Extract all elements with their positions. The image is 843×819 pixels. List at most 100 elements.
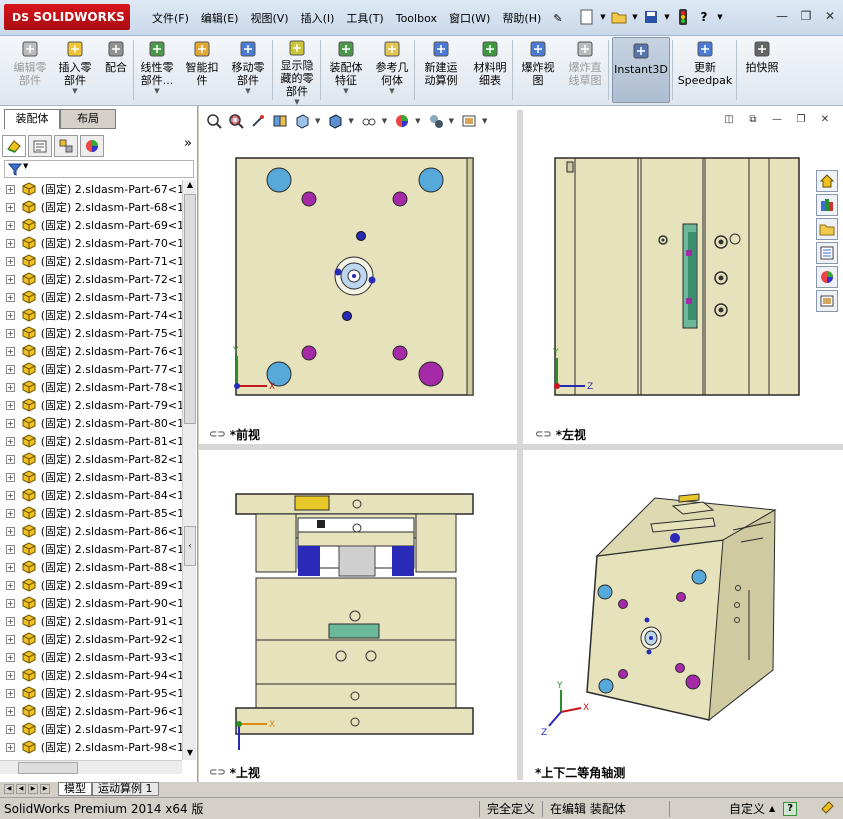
- menu-item[interactable]: 工具(T): [340, 9, 389, 29]
- top-view-pane[interactable]: X ⊂⊃ *上视: [199, 450, 517, 782]
- design-library-icon[interactable]: [816, 194, 838, 216]
- new-document-icon[interactable]: [578, 7, 596, 27]
- toolbar-button-smart-fastener[interactable]: 智能扣 件: [180, 38, 224, 102]
- tree-item[interactable]: + (固定) 2.sldasm-Part-73<1>: [0, 288, 182, 306]
- toolbar-button-reference-geometry[interactable]: 参考几 何体 ▼: [370, 38, 414, 102]
- toolbar-button-linear-pattern[interactable]: 线性零 部件... ▼: [134, 38, 180, 102]
- toolbar-button-show-hidden[interactable]: 显示隐 藏的零 部件 ▼: [276, 38, 318, 106]
- toolbar-button-bom[interactable]: 材料明 细表: [468, 38, 512, 102]
- feature-manager-tab[interactable]: [2, 135, 26, 157]
- more-tabs-icon[interactable]: »: [184, 136, 192, 151]
- toolbar-button-mate[interactable]: 配合: [100, 38, 132, 102]
- expand-icon[interactable]: +: [6, 382, 15, 392]
- tree-item[interactable]: + (固定) 2.sldasm-Part-98<1>: [0, 738, 182, 756]
- link-chain-icon[interactable]: ⊂⊃: [535, 429, 552, 440]
- scroll-down-icon[interactable]: ▼: [183, 748, 197, 760]
- tree-item[interactable]: + (固定) 2.sldasm-Part-75<1>: [0, 324, 182, 342]
- dropdown-arrow-icon[interactable]: ▼: [449, 117, 454, 125]
- expand-icon[interactable]: +: [6, 724, 15, 734]
- toolbar-button-instant3d[interactable]: Instant3D: [612, 37, 670, 103]
- tree-item[interactable]: + (固定) 2.sldasm-Part-79<1>: [0, 396, 182, 414]
- help-question-icon[interactable]: ?: [695, 7, 713, 27]
- tree-item[interactable]: + (固定) 2.sldasm-Part-70<1>: [0, 234, 182, 252]
- tree-item[interactable]: + (固定) 2.sldasm-Part-86<1>: [0, 522, 182, 540]
- tree-item[interactable]: + (固定) 2.sldasm-Part-72<1>: [0, 270, 182, 288]
- dropdown-arrow-icon[interactable]: ▼: [382, 117, 387, 125]
- minimize-icon[interactable]: —: [769, 114, 785, 128]
- tab-motion-study[interactable]: 运动算例 1: [92, 782, 159, 796]
- scrollbar-thumb[interactable]: [184, 194, 196, 424]
- tree-item[interactable]: + (固定) 2.sldasm-Part-93<1>: [0, 648, 182, 666]
- expand-icon[interactable]: +: [6, 436, 15, 446]
- save-icon[interactable]: [642, 7, 660, 27]
- dropdown-arrow-icon[interactable]: ▼: [599, 7, 607, 27]
- scrollbar-thumb[interactable]: [18, 762, 78, 774]
- expand-icon[interactable]: +: [6, 328, 15, 338]
- close-icon[interactable]: ✕: [821, 7, 839, 25]
- section-view-icon[interactable]: [271, 112, 289, 130]
- menu-item[interactable]: 编辑(E): [195, 9, 245, 29]
- previous-view-icon[interactable]: [249, 112, 267, 130]
- graphics-area[interactable]: ▼ ▼ ▼ ▼ ▼ ▼ ◫ ⧉ — ❐ ✕ Y X ⊂⊃ *前视 Y Z ⊂⊃ …: [199, 106, 843, 782]
- restore-icon[interactable]: ❐: [797, 7, 815, 25]
- expand-icon[interactable]: +: [6, 400, 15, 410]
- tree-filter[interactable]: ▼: [4, 160, 194, 178]
- display-style-icon[interactable]: [326, 112, 344, 130]
- tree-item[interactable]: + (固定) 2.sldasm-Part-84<1>: [0, 486, 182, 504]
- dropdown-arrow-icon[interactable]: ▼: [72, 87, 77, 95]
- expand-icon[interactable]: +: [6, 652, 15, 662]
- expand-icon[interactable]: +: [6, 274, 15, 284]
- tree-item[interactable]: + (固定) 2.sldasm-Part-85<1>: [0, 504, 182, 522]
- menu-item[interactable]: 窗口(W): [443, 9, 496, 29]
- toolbar-button-edit-component[interactable]: 编辑零 部件: [6, 38, 54, 102]
- toolbar-button-explode-line[interactable]: 爆炸直 线草图: [562, 38, 608, 102]
- menu-item[interactable]: 插入(I): [295, 9, 341, 29]
- tree-item[interactable]: + (固定) 2.sldasm-Part-81<1>: [0, 432, 182, 450]
- tile-icon[interactable]: ◫: [721, 114, 737, 128]
- expand-icon[interactable]: +: [6, 184, 15, 194]
- menu-item[interactable]: 文件(F): [146, 9, 195, 29]
- display-manager-tab[interactable]: [80, 135, 104, 157]
- hide-show-items-icon[interactable]: [360, 112, 378, 130]
- panel-collapse-handle[interactable]: ‹: [184, 526, 196, 566]
- filter-icon[interactable]: [7, 162, 23, 179]
- tree-item[interactable]: + (固定) 2.sldasm-Part-69<1>: [0, 216, 182, 234]
- tree-item[interactable]: + (固定) 2.sldasm-Part-78<1>: [0, 378, 182, 396]
- expand-icon[interactable]: +: [6, 418, 15, 428]
- first-tab-icon[interactable]: ◀: [4, 784, 14, 794]
- expand-icon[interactable]: +: [6, 238, 15, 248]
- dropdown-arrow-icon[interactable]: ▼: [663, 7, 671, 27]
- expand-icon[interactable]: +: [6, 364, 15, 374]
- scroll-up-icon[interactable]: ▲: [183, 180, 197, 192]
- apply-scene-icon[interactable]: [427, 112, 445, 130]
- home-icon[interactable]: [816, 170, 838, 192]
- rebuild-traffic-light-icon[interactable]: [674, 7, 692, 27]
- expand-icon[interactable]: +: [6, 634, 15, 644]
- tab-assembly[interactable]: 装配体: [4, 109, 60, 129]
- expand-icon[interactable]: +: [6, 742, 15, 752]
- zoom-to-area-icon[interactable]: [227, 112, 245, 130]
- property-manager-tab[interactable]: [28, 135, 52, 157]
- dropdown-arrow-icon[interactable]: ▼: [348, 117, 353, 125]
- tree-item[interactable]: + (固定) 2.sldasm-Part-92<1>: [0, 630, 182, 648]
- expand-icon[interactable]: +: [6, 310, 15, 320]
- dropdown-arrow-icon[interactable]: ▼: [343, 87, 348, 95]
- expand-icon[interactable]: +: [6, 706, 15, 716]
- menu-item[interactable]: Toolbox: [390, 9, 443, 29]
- expand-icon[interactable]: +: [6, 472, 15, 482]
- toolbar-button-exploded-view[interactable]: 爆炸视 图: [516, 38, 560, 102]
- tree-item[interactable]: + (固定) 2.sldasm-Part-87<1>: [0, 540, 182, 558]
- tree-item[interactable]: + (固定) 2.sldasm-Part-83<1>: [0, 468, 182, 486]
- last-tab-icon[interactable]: ▶: [40, 784, 50, 794]
- zoom-to-fit-icon[interactable]: [205, 112, 223, 130]
- expand-icon[interactable]: +: [6, 580, 15, 590]
- view-settings-icon[interactable]: [460, 112, 478, 130]
- expand-icon[interactable]: +: [6, 508, 15, 518]
- tree-item[interactable]: + (固定) 2.sldasm-Part-95<1>: [0, 684, 182, 702]
- configuration-manager-tab[interactable]: [54, 135, 78, 157]
- tree-item[interactable]: + (固定) 2.sldasm-Part-91<1>: [0, 612, 182, 630]
- expand-icon[interactable]: +: [6, 346, 15, 356]
- dropdown-arrow-icon[interactable]: ▼: [315, 117, 320, 125]
- tree-item[interactable]: + (固定) 2.sldasm-Part-68<1>: [0, 198, 182, 216]
- expand-icon[interactable]: +: [6, 292, 15, 302]
